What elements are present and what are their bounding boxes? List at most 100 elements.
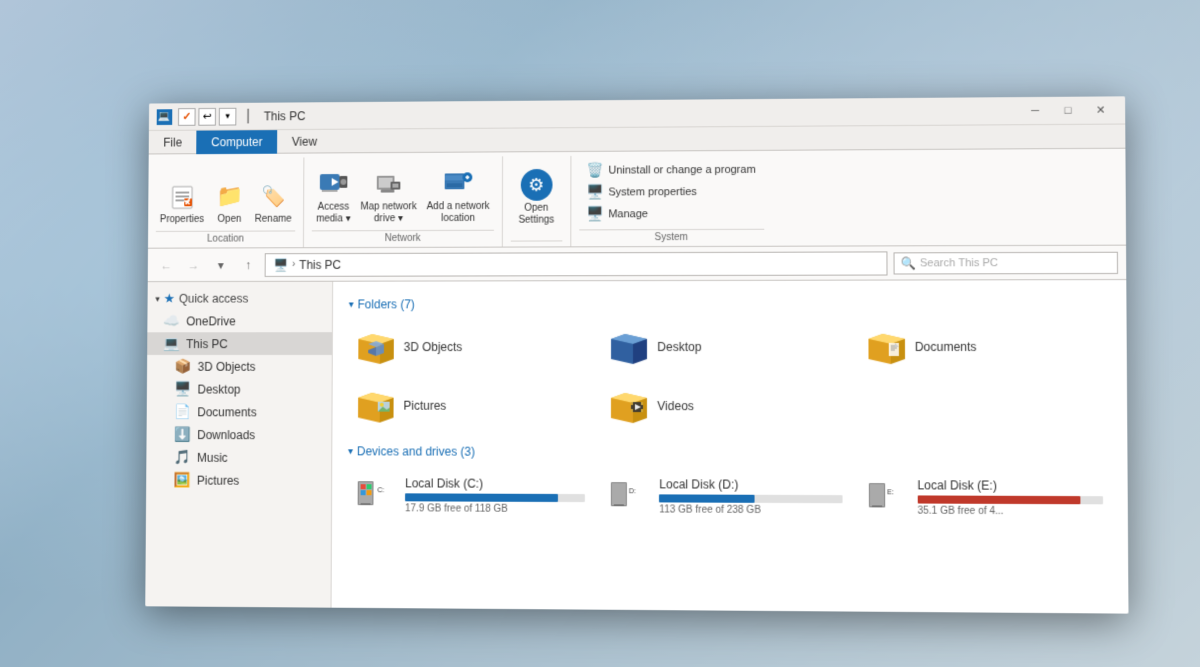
drive-e-info: Local Disk (E:) 35.1 GB free of 4... — [917, 478, 1103, 517]
sidebar-item-documents[interactable]: 📄 Documents — [147, 400, 332, 423]
quick-access-star-icon: ★ — [164, 290, 175, 306]
this-pc-icon: 💻 — [163, 335, 181, 352]
sidebar-item-this-pc[interactable]: 💻 This PC — [147, 332, 332, 355]
ribbon-settings-items: ⚙ OpenSettings — [510, 157, 562, 237]
folder-item-3d-objects[interactable]: 3D Objects — [348, 323, 593, 370]
drive-c-name: Local Disk (C:) — [405, 476, 585, 491]
file-area: ▾ Folders (7) — [332, 280, 1129, 614]
close-button[interactable]: ✕ — [1084, 99, 1117, 119]
ribbon-manage-button[interactable]: 🖥️ Manage — [583, 202, 760, 224]
quick-access-label: Quick access — [179, 291, 249, 305]
customize-qs-button[interactable]: ▾ — [219, 107, 237, 125]
breadcrumb-separator: › — [292, 259, 295, 270]
recent-locations-button[interactable]: ▾ — [210, 253, 232, 275]
tab-file[interactable]: File — [149, 130, 197, 154]
system-group-label: System — [579, 228, 764, 246]
folder-item-desktop[interactable]: Desktop — [601, 322, 850, 369]
rename-icon: 🏷️ — [258, 180, 289, 212]
sidebar-item-onedrive[interactable]: ☁️ OneDrive — [147, 309, 332, 332]
ribbon-group-settings: ⚙ OpenSettings — [502, 155, 571, 246]
ribbon-panel: Properties 📁 Open 🏷️ Rename Location — [148, 148, 1126, 248]
uninstall-icon: 🗑️ — [587, 161, 604, 178]
ribbon-system-items: 🗑️ Uninstall or change a program 🖥️ Syst… — [579, 156, 764, 226]
folder-name-desktop: Desktop — [657, 339, 701, 353]
ribbon-rename-button[interactable]: 🏷️ Rename — [251, 178, 296, 227]
folder-name-documents: Documents — [915, 339, 977, 353]
address-bar: ← → ▾ ↑ 🖥️ › This PC 🔍 Search This PC — [148, 245, 1127, 281]
drive-item-c[interactable]: C: Local Disk (C:) 17.9 GB free of 118 G… — [348, 470, 594, 521]
window-title: This PC — [264, 108, 306, 122]
up-button[interactable]: ↑ — [237, 253, 259, 275]
drives-grid: C: Local Disk (C:) 17.9 GB free of 118 G… — [348, 470, 1112, 524]
system-props-icon: 🖥️ — [587, 183, 604, 200]
desktop-label: Desktop — [197, 382, 240, 396]
ribbon-uninstall-button[interactable]: 🗑️ Uninstall or change a program — [583, 158, 760, 180]
tab-computer[interactable]: Computer — [197, 130, 278, 154]
access-media-icon — [318, 168, 350, 200]
folder-item-videos[interactable]: Videos — [601, 381, 850, 429]
drive-e-free: 35.1 GB free of 4... — [917, 505, 1103, 517]
folders-expand-icon: ▾ — [349, 298, 354, 309]
gear-icon: ⚙ — [520, 168, 552, 200]
ribbon-open-settings-button[interactable]: ⚙ OpenSettings — [510, 164, 562, 230]
folder-item-pictures[interactable]: Pictures — [348, 381, 593, 428]
ribbon-group-system: 🗑️ Uninstall or change a program 🖥️ Syst… — [571, 154, 772, 246]
svg-text:E:: E: — [887, 488, 894, 495]
minimize-button[interactable]: ─ — [1019, 100, 1052, 120]
folder-icon-pictures — [356, 387, 396, 422]
music-label: Music — [197, 450, 228, 464]
sidebar-item-desktop[interactable]: 🖥️ Desktop — [147, 377, 332, 400]
3d-objects-icon: 📦 — [174, 357, 192, 374]
this-pc-label: This PC — [186, 336, 228, 350]
drives-section-header[interactable]: ▾ Devices and drives (3) — [348, 444, 1111, 460]
drives-section-label: Devices and drives (3) — [357, 444, 475, 458]
address-path-box[interactable]: 🖥️ › This PC — [265, 250, 888, 276]
ribbon-location-items: Properties 📁 Open 🏷️ Rename — [156, 159, 296, 228]
drive-e-icon: E: — [866, 478, 909, 516]
tab-view[interactable]: View — [277, 129, 332, 153]
back-button[interactable]: ← — [156, 254, 178, 276]
drive-c-bar-container — [405, 493, 585, 502]
folder-name-videos: Videos — [657, 398, 694, 412]
documents-label: Documents — [197, 404, 256, 418]
sidebar-item-downloads[interactable]: ⬇️ Downloads — [146, 423, 331, 446]
drive-c-info: Local Disk (C:) 17.9 GB free of 118 GB — [405, 476, 585, 515]
open-settings-label: OpenSettings — [518, 202, 554, 226]
open-label: Open — [217, 213, 241, 225]
ribbon-add-network-button[interactable]: Add a networklocation — [423, 165, 494, 227]
window-controls: ─ □ ✕ — [1019, 99, 1117, 120]
drive-item-d[interactable]: D: Local Disk (D:) 113 GB free of 238 GB — [601, 471, 850, 522]
map-drive-label: Map networkdrive ▾ — [360, 201, 416, 225]
drive-d-info: Local Disk (D:) 113 GB free of 238 GB — [659, 477, 842, 516]
undo-qs-button[interactable]: ↩ — [198, 107, 216, 125]
drives-expand-icon: ▾ — [348, 445, 353, 456]
ribbon-map-drive-button[interactable]: Map networkdrive ▾ — [356, 165, 420, 227]
maximize-button[interactable]: □ — [1051, 100, 1084, 120]
search-box[interactable]: 🔍 Search This PC — [894, 251, 1119, 274]
sidebar-item-quick-access[interactable]: ▾ ★ Quick access — [148, 285, 333, 309]
sidebar: ▾ ★ Quick access ☁️ OneDrive 💻 This PC 📦… — [145, 281, 333, 607]
sidebar-item-pictures[interactable]: 🖼️ Pictures — [146, 468, 331, 492]
sidebar-item-music[interactable]: 🎵 Music — [146, 445, 331, 468]
network-group-label: Network — [312, 229, 493, 246]
ribbon-open-button[interactable]: 📁 Open — [210, 178, 249, 227]
documents-icon: 📄 — [174, 403, 192, 420]
ribbon-access-media-button[interactable]: Accessmedia ▾ — [312, 166, 354, 227]
folder-item-documents[interactable]: Documents — [858, 322, 1110, 370]
sidebar-item-3d-objects[interactable]: 📦 3D Objects — [147, 354, 332, 377]
system-props-label: System properties — [608, 185, 697, 197]
folders-section-label: Folders (7) — [358, 297, 415, 311]
folders-section-header[interactable]: ▾ Folders (7) — [349, 296, 1110, 311]
quick-access-expand-icon: ▾ — [155, 293, 159, 304]
quick-access-toolbar: ✓ ↩ ▾ — [178, 107, 236, 125]
drive-item-e[interactable]: E: Local Disk (E:) 35.1 GB free of 4... — [858, 471, 1111, 523]
save-qs-button[interactable]: ✓ — [178, 107, 196, 125]
breadcrumb-pc-icon: 🖥️ — [273, 257, 288, 271]
drive-e-name: Local Disk (E:) — [917, 478, 1103, 493]
drive-d-name: Local Disk (D:) — [659, 477, 842, 492]
onedrive-icon: ☁️ — [163, 312, 181, 329]
pictures-icon: 🖼️ — [173, 471, 191, 488]
forward-button[interactable]: → — [183, 253, 205, 275]
ribbon-system-props-button[interactable]: 🖥️ System properties — [583, 180, 760, 202]
ribbon-properties-button[interactable]: Properties — [156, 178, 208, 227]
